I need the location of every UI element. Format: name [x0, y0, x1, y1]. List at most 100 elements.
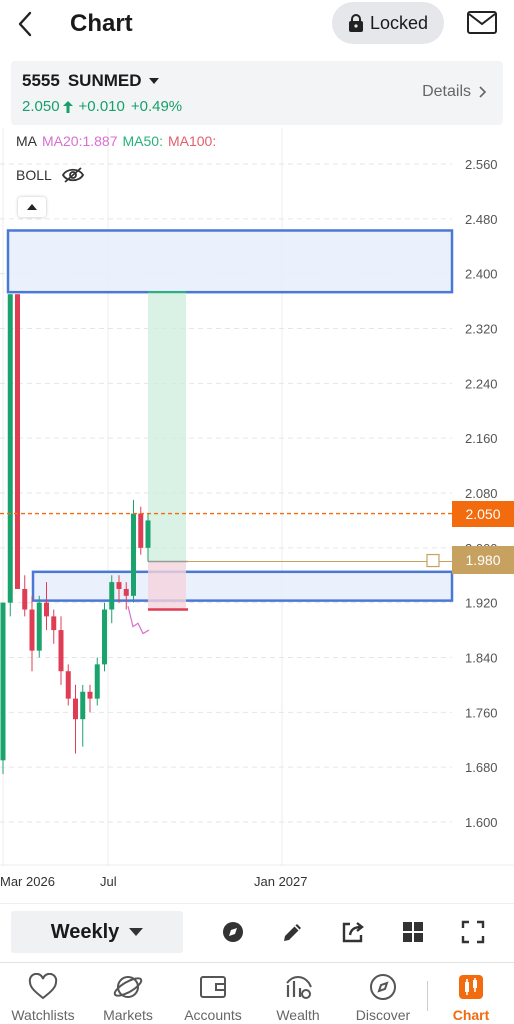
tab-label: Discover [355, 1007, 411, 1023]
x-tick-label: Jan 2027 [254, 874, 308, 889]
chevron-right-icon [479, 86, 487, 98]
symbol-selector[interactable]: 5555 SUNMED [22, 71, 159, 91]
y-tick-label: 2.320 [465, 322, 498, 337]
candle [29, 609, 35, 651]
y-tick-label: 2.400 [465, 267, 498, 282]
details-label: Details [422, 83, 471, 100]
pencil-icon[interactable] [280, 919, 306, 945]
y-tick-label: 1.840 [465, 651, 498, 666]
stop-zone [148, 561, 186, 610]
candlestick-chart[interactable]: 2.5602.4802.4002.3202.2402.1602.0802.000… [0, 128, 514, 898]
compass-icon [370, 974, 396, 1000]
fullscreen-icon[interactable] [460, 919, 486, 945]
candle [80, 691, 86, 720]
candle [94, 664, 100, 699]
eye-off-icon[interactable] [61, 166, 84, 184]
tab-wealth[interactable]: Wealth [255, 963, 341, 1024]
grid-layout-icon[interactable] [400, 919, 426, 945]
current-price-tag: 2.050 [452, 501, 514, 527]
wallet-icon [200, 976, 226, 998]
tab-markets[interactable]: Markets [85, 963, 171, 1024]
top-bar: Chart Locked [0, 0, 514, 50]
chart-toolbar: Weekly [0, 903, 514, 961]
candle [138, 513, 144, 548]
candle [7, 294, 13, 603]
locked-button[interactable]: Locked [332, 2, 444, 44]
tab-chart[interactable]: Chart [428, 963, 514, 1024]
candle [123, 588, 129, 596]
boll-label: BOLL [16, 167, 52, 183]
compass-icon[interactable] [220, 919, 246, 945]
heart-icon [28, 973, 58, 1000]
ma20-value: MA20:1.887 [42, 133, 118, 149]
lock-icon [348, 14, 363, 32]
collapse-indicators-button[interactable] [18, 197, 46, 217]
y-tick-label: 2.480 [465, 212, 498, 227]
candle [73, 698, 78, 720]
boll-legend[interactable]: BOLL [16, 166, 84, 184]
candle [58, 630, 64, 672]
price-change: +0.010 [78, 98, 125, 115]
tab-label: Accounts [184, 1007, 242, 1023]
tab-watchlists[interactable]: Watchlists [0, 963, 86, 1024]
candlestick-icon [459, 975, 483, 999]
ma20-line [127, 605, 150, 635]
stock-name: SUNMED [67, 71, 142, 90]
alert-marker-icon [426, 553, 440, 568]
candle [116, 582, 122, 589]
level-price-tag[interactable]: 1.980 [452, 546, 514, 574]
y-tick-label: 2.160 [465, 431, 498, 446]
back-arrow-icon[interactable] [10, 8, 42, 40]
candle [51, 616, 57, 631]
candle [0, 602, 6, 761]
up-arrow-icon [62, 100, 73, 113]
y-tick-label: 2.560 [465, 157, 498, 172]
y-tick-label: 2.240 [465, 376, 498, 391]
tab-accounts[interactable]: Accounts [170, 963, 256, 1024]
tab-label: Wealth [276, 1007, 320, 1023]
details-link[interactable]: Details [422, 83, 487, 101]
candle [131, 513, 136, 596]
y-tick-label: 2.080 [465, 486, 498, 501]
ma-legend[interactable]: MA MA20:1.887 MA50: MA100: [16, 133, 216, 149]
candle [44, 602, 49, 617]
bottom-tab-bar: Watchlists Markets Accounts Wealth Disco… [0, 962, 514, 1024]
caret-up-icon [27, 204, 37, 210]
y-tick-label: 1.760 [465, 705, 498, 720]
locked-label: Locked [369, 12, 429, 33]
candle [22, 588, 28, 610]
quote-card: 5555 SUNMED 2.050 +0.010 +0.49% Details [11, 61, 503, 125]
period-label: Weekly [50, 920, 120, 943]
price-change-pct: +0.49% [130, 98, 183, 115]
last-price: 2.050 [22, 98, 60, 115]
candle [145, 520, 151, 548]
candle [109, 582, 115, 610]
ma50-value: MA50: [122, 133, 163, 149]
share-icon[interactable] [340, 919, 366, 945]
candle [102, 609, 107, 665]
y-tick-label: 1.920 [465, 596, 498, 611]
price-row: 2.050 +0.010 +0.49% [22, 98, 182, 115]
period-selector[interactable]: Weekly [11, 911, 183, 953]
planet-icon [113, 976, 143, 998]
candle [65, 671, 71, 699]
wealth-icon [286, 976, 312, 999]
tab-discover[interactable]: Discover [340, 963, 426, 1024]
tab-label: Chart [452, 1007, 490, 1023]
candle [36, 602, 42, 651]
tab-label: Markets [103, 1007, 153, 1023]
y-tick-label: 1.600 [465, 815, 498, 830]
tab-label: Watchlists [11, 1007, 75, 1023]
caret-down-icon [129, 928, 144, 936]
mail-icon[interactable] [466, 9, 498, 37]
caret-down-icon [148, 78, 159, 84]
y-tick-label: 1.680 [465, 760, 498, 775]
ma-label: MA [16, 133, 37, 149]
supply-demand-zone [31, 570, 454, 602]
stock-code: 5555 [22, 71, 60, 90]
target-zone [148, 292, 186, 562]
x-tick-label: Jul [100, 874, 117, 889]
supply-demand-zone [6, 229, 454, 294]
candle [87, 691, 93, 699]
candle [15, 294, 20, 589]
